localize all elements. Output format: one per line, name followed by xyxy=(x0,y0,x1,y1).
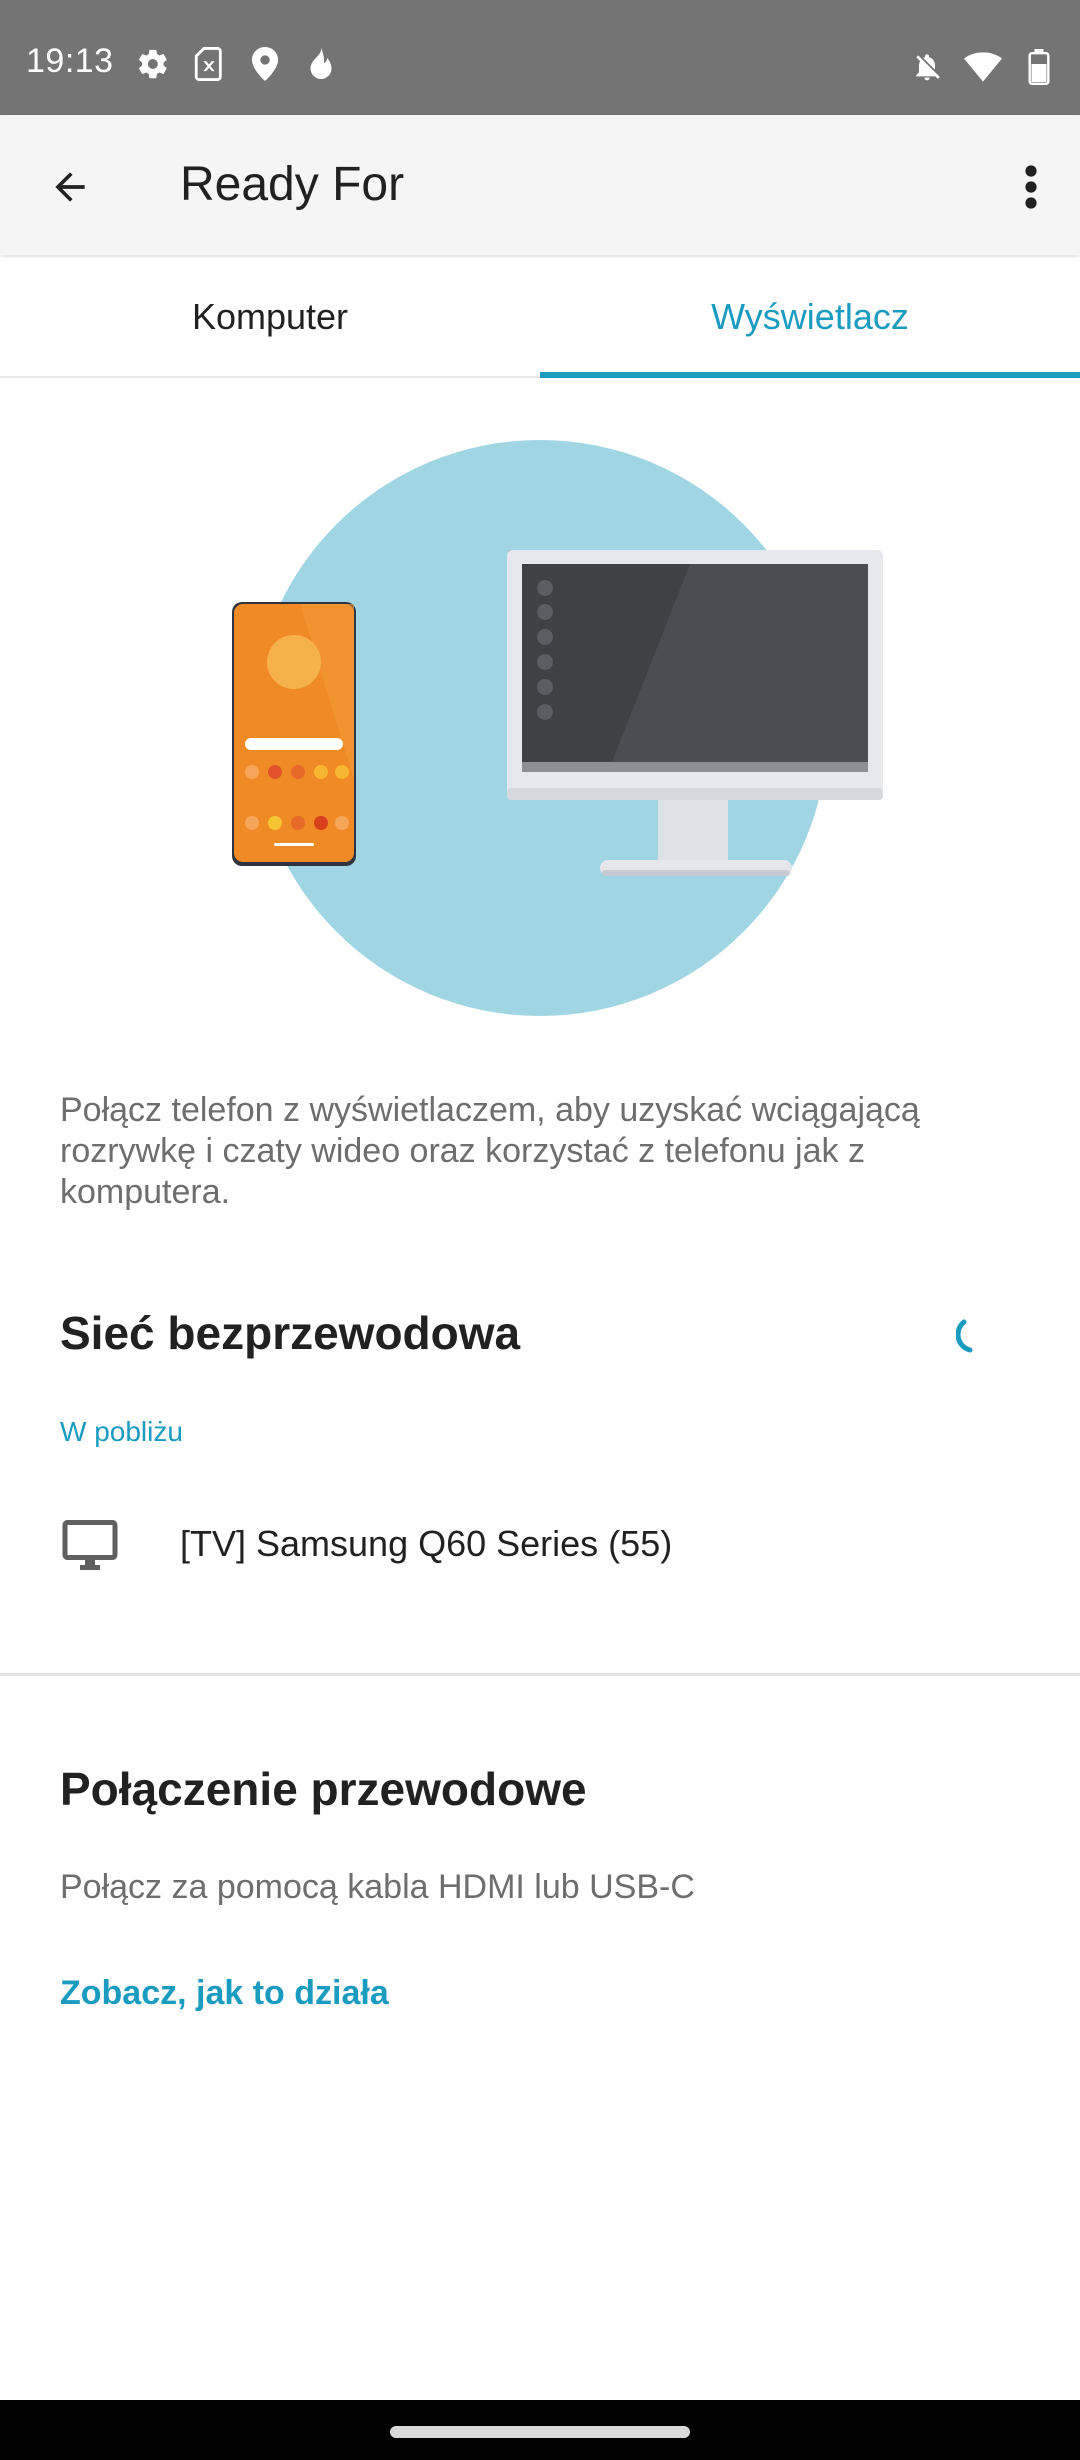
wired-section-title: Połączenie przewodowe xyxy=(60,1763,587,1815)
description-text: Połącz telefon z wyświetlaczem, aby uzys… xyxy=(60,1091,920,1211)
status-bar: 19:13 xyxy=(0,0,1080,115)
monitor-icon xyxy=(62,1520,118,1570)
device-list-item[interactable]: [TV] Samsung Q60 Series (55) xyxy=(0,1495,1080,1595)
status-icons-right xyxy=(908,48,1058,86)
home-gesture-handle[interactable] xyxy=(390,2426,690,2438)
tab-wyswietlacz[interactable]: Wyświetlacz xyxy=(540,258,1080,378)
status-icons-left xyxy=(134,45,340,83)
tab-komputer[interactable]: Komputer xyxy=(0,258,540,376)
page-title: Ready For xyxy=(180,158,405,211)
wifi-icon xyxy=(964,48,1002,86)
loading-spinner-icon xyxy=(956,1319,973,1353)
settings-icon xyxy=(134,45,172,83)
wired-subtitle: Połącz za pomocą kabla HDMI lub USB-C xyxy=(60,1868,695,1906)
notifications-off-icon xyxy=(908,48,946,86)
status-time: 19:13 xyxy=(26,42,114,80)
location-icon xyxy=(246,45,284,83)
screen: 19:13 Ready For Komputer Wyświetlacz Poł… xyxy=(0,0,1080,2460)
more-options-button[interactable] xyxy=(996,152,1066,222)
how-it-works-link[interactable]: Zobacz, jak to działa xyxy=(60,1974,389,2013)
tab-bar: Komputer Wyświetlacz xyxy=(0,258,1080,378)
wireless-section-title: Sieć bezprzewodowa xyxy=(60,1307,521,1359)
app-bar: Ready For xyxy=(0,115,1080,255)
section-divider xyxy=(0,1673,1080,1676)
arrow-back-icon xyxy=(55,172,85,202)
more-vert-icon xyxy=(1025,165,1037,209)
sim-card-icon xyxy=(190,45,228,83)
nearby-label: W pobliżu xyxy=(60,1416,183,1447)
navigation-bar xyxy=(0,2400,1080,2460)
device-name: [TV] Samsung Q60 Series (55) xyxy=(180,1523,673,1564)
phone-graphic xyxy=(232,602,356,866)
phone-display-illustration xyxy=(232,440,883,1016)
fire-icon xyxy=(302,45,340,83)
back-button[interactable] xyxy=(30,152,110,222)
battery-icon xyxy=(1020,48,1058,86)
